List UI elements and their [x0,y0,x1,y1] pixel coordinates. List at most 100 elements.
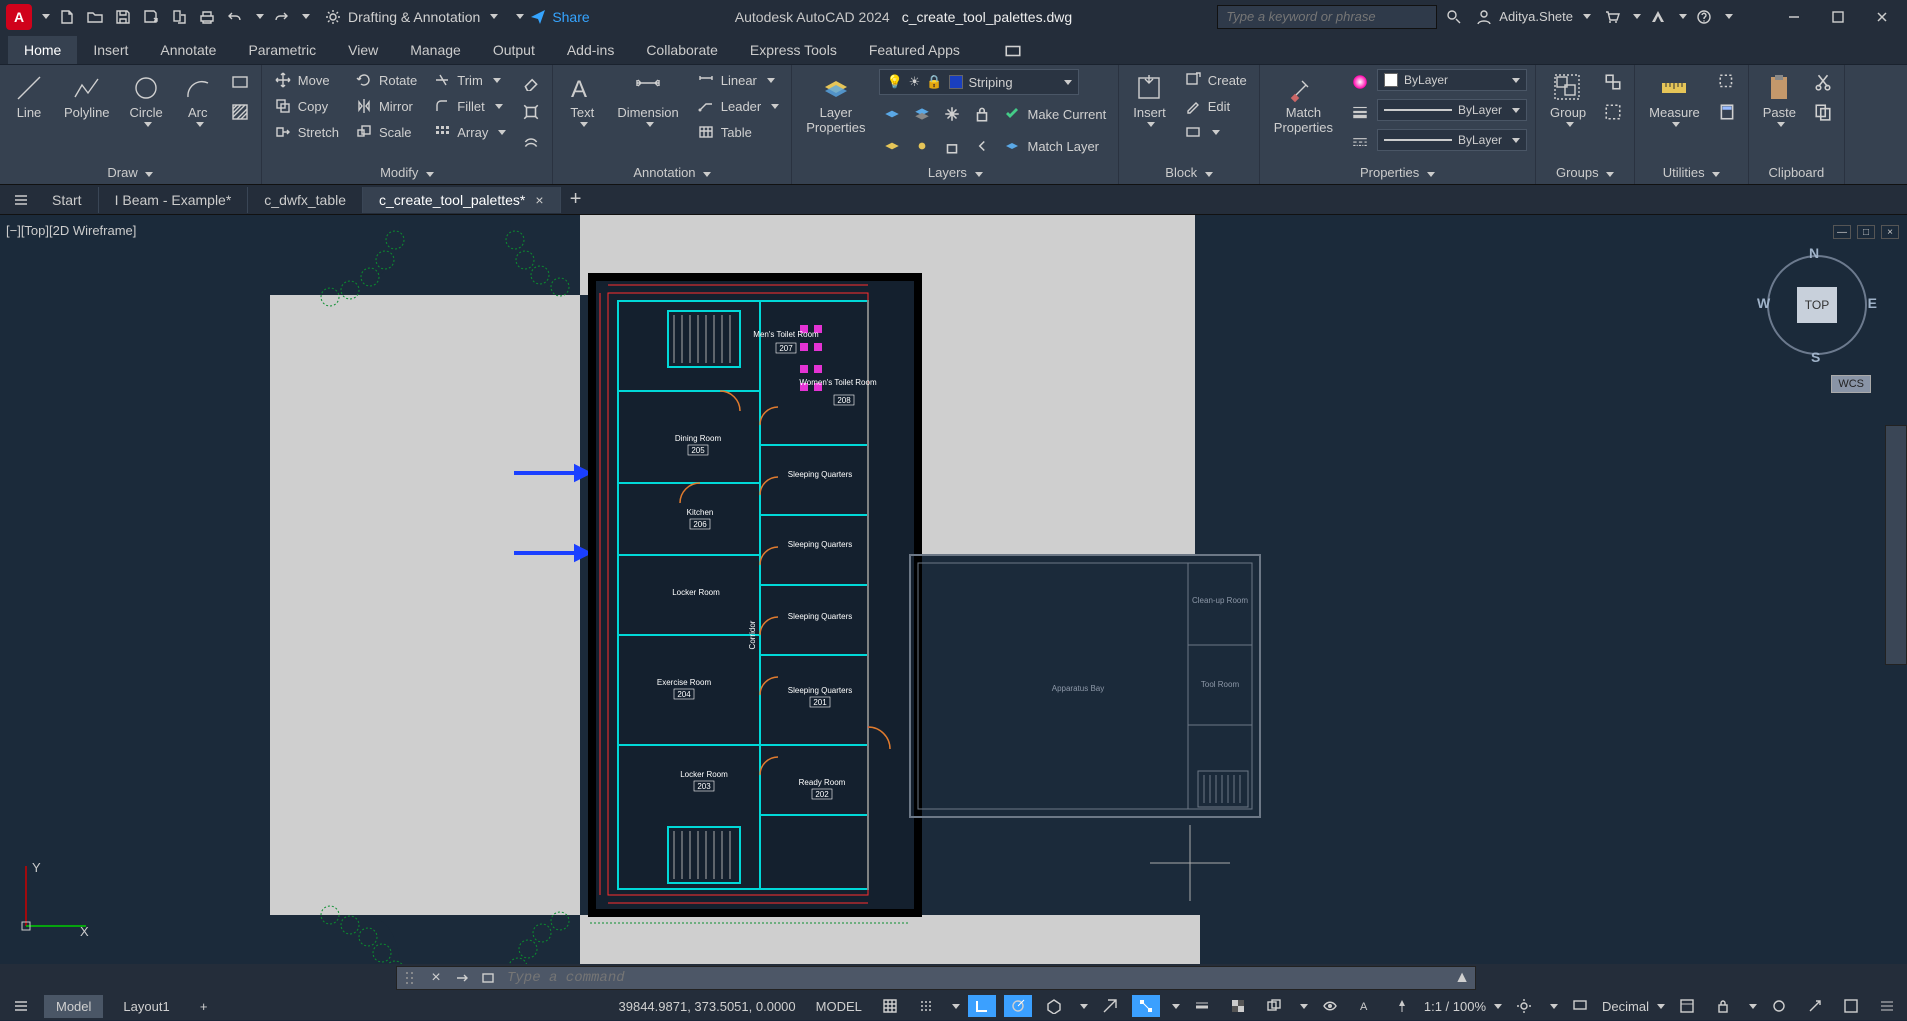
match-properties-button[interactable]: Match Properties [1268,69,1339,139]
space-label[interactable]: MODEL [810,999,868,1014]
ribbon-tab-home[interactable]: Home [8,36,77,64]
autodesk-app-icon[interactable] [1647,6,1669,28]
ungroup-button[interactable] [1600,69,1626,95]
linetype-icon[interactable] [1347,129,1373,155]
lineweight-dropdown[interactable]: ByLayer [1377,99,1527,121]
maximize-button[interactable] [1819,3,1857,31]
arc-button[interactable]: Arc [177,69,219,131]
qat-webmobile-icon[interactable] [168,6,190,28]
rectangle-button[interactable] [227,69,253,95]
layout-tab-model[interactable]: Model [44,995,103,1018]
match-layer-button[interactable]: Match Layer [999,133,1103,159]
explode-button[interactable] [518,99,544,125]
new-doc-button[interactable]: + [561,185,591,215]
color-dropdown[interactable]: ByLayer [1377,69,1527,91]
ws-dd[interactable] [1550,1004,1558,1009]
cmd-close-icon[interactable]: × [423,966,449,990]
drawing-area[interactable]: [−][Top][2D Wireframe] — □ × TOP N S E W… [0,215,1907,964]
panel-label[interactable]: Annotation [561,163,783,184]
layer-thaw-button[interactable] [909,133,935,159]
isodraft-button[interactable] [1040,995,1068,1017]
ribbon-extra-icon[interactable] [1000,38,1026,64]
qat-new-icon[interactable] [56,6,78,28]
ribbon-tab-express[interactable]: Express Tools [734,36,853,64]
layer-on-button[interactable] [879,133,905,159]
linear-button[interactable]: Linear [693,69,783,91]
hatch-button[interactable] [227,99,253,125]
ribbon-tab-manage[interactable]: Manage [394,36,477,64]
layer-prev-button[interactable] [969,133,995,159]
doc-tab-dwfx[interactable]: c_dwfx_table [248,187,363,213]
workspace-switch-button[interactable] [1510,995,1538,1017]
panel-label[interactable]: Block [1127,163,1251,184]
cmd-handle-icon[interactable] [397,966,423,990]
layout-tab-layout1[interactable]: Layout1 [111,995,181,1018]
cmd-recent-icon[interactable] [475,966,501,990]
fillet-button[interactable]: Fillet [429,95,510,117]
linetype-dropdown[interactable]: ByLayer [1377,129,1527,151]
polyline-button[interactable]: Polyline [58,69,116,124]
table-button[interactable]: Table [693,121,783,143]
panel-label[interactable]: Groups [1544,163,1626,184]
qat-saveas-icon[interactable] [140,6,162,28]
iso-dd[interactable] [1080,1004,1088,1009]
ribbon-tab-collaborate[interactable]: Collaborate [630,36,734,64]
cart-icon[interactable] [1601,6,1623,28]
snap-button[interactable] [912,995,940,1017]
polar-button[interactable] [1004,995,1032,1017]
a360-dd[interactable] [1679,14,1687,19]
layer-iso-button[interactable] [909,101,935,127]
paste-button[interactable]: Paste [1757,69,1802,131]
doc-tab-palettes[interactable]: c_create_tool_palettes*× [363,187,561,213]
quickcalc-button[interactable] [1714,99,1740,125]
scale-dropdown[interactable]: 1:1 / 100% [1424,999,1502,1014]
ribbon-tab-annotate[interactable]: Annotate [144,36,232,64]
selection-cycling-button[interactable] [1260,995,1288,1017]
qat-plot-icon[interactable] [196,6,218,28]
leader-button[interactable]: Leader [693,95,783,117]
qat-undo-icon[interactable] [224,6,246,28]
close-button[interactable] [1863,3,1901,31]
copyclip-button[interactable] [1810,99,1836,125]
app-icon[interactable]: A [6,4,32,30]
scale-button[interactable]: Scale [351,121,421,143]
create-block-button[interactable]: Create [1180,69,1251,91]
layer-dropdown[interactable]: 💡 ☀ 🔒 Striping [879,69,1079,95]
doc-tab-ibeam[interactable]: I Beam - Example* [99,187,249,213]
coordinates[interactable]: 39844.9871, 373.5051, 0.0000 [613,999,802,1014]
qat-redo-icon[interactable] [270,6,292,28]
lineweight-icon[interactable] [1347,99,1373,125]
erase-button[interactable] [518,69,544,95]
ribbon-tab-addins[interactable]: Add-ins [551,36,630,64]
cmd-options-icon[interactable] [449,966,475,990]
edit-block-button[interactable]: Edit [1180,95,1251,117]
doc-tab-start[interactable]: Start [36,187,99,213]
group-edit-button[interactable] [1600,99,1626,125]
undo-dd-icon[interactable] [256,14,264,19]
quick-properties-button[interactable] [1673,995,1701,1017]
hardware-accel-button[interactable] [1801,995,1829,1017]
line-button[interactable]: Line [8,69,50,124]
color-wheel-icon[interactable] [1347,69,1373,95]
panel-label[interactable]: Layers [800,163,1110,184]
clean-screen-button[interactable] [1837,995,1865,1017]
mirror-button[interactable]: Mirror [351,95,421,117]
panel-label[interactable]: Utilities [1643,163,1740,184]
sc-dd[interactable] [1300,1004,1308,1009]
array-button[interactable]: Array [429,121,510,143]
insert-button[interactable]: Insert [1127,69,1172,131]
layer-freeze-button[interactable] [939,101,965,127]
select-button[interactable] [1714,69,1740,95]
ribbon-tab-insert[interactable]: Insert [77,36,144,64]
annotation-monitor-button[interactable] [1566,995,1594,1017]
layer-lock-button[interactable] [969,101,995,127]
customize-button[interactable] [1873,995,1901,1017]
command-input[interactable] [501,970,1449,986]
new-layout-button[interactable]: + [190,995,218,1017]
offset-button[interactable] [518,129,544,155]
command-line[interactable]: × ▲ [396,966,1476,990]
trim-button[interactable]: Trim [429,69,510,91]
lock-dd[interactable] [1749,1004,1757,1009]
lwdisplay-button[interactable] [1188,995,1216,1017]
osnap-dd[interactable] [1172,1004,1180,1009]
